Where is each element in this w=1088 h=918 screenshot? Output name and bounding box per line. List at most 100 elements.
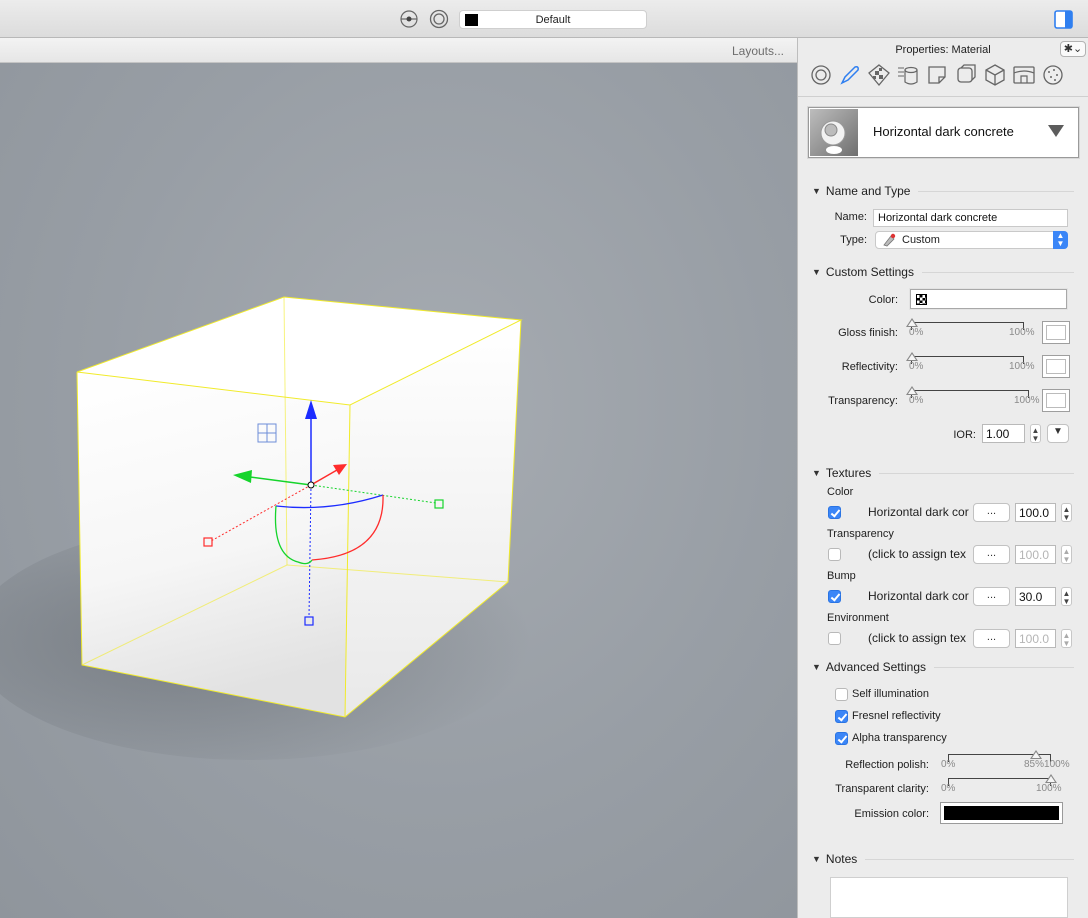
gloss-slider-thumb[interactable]	[906, 318, 918, 327]
origin-point-icon[interactable]	[399, 9, 419, 29]
material-name: Horizontal dark concrete	[873, 124, 1014, 139]
disclosure-triangle-icon[interactable]: ▼	[812, 662, 821, 672]
checker-texture-icon	[916, 294, 927, 305]
environment-texture-amount: 100.0	[1015, 629, 1056, 648]
transparency-texture-button[interactable]	[1042, 389, 1070, 412]
textures-header[interactable]: ▼ Textures	[812, 466, 1074, 480]
fresnel-label: Fresnel reflectivity	[852, 710, 941, 722]
layouts-button[interactable]: Layouts...	[732, 44, 784, 58]
gloss-slider[interactable]	[906, 318, 1024, 330]
environment-texture-browse-button[interactable]: ...	[973, 629, 1010, 648]
section-title: Notes	[825, 852, 858, 866]
type-popup[interactable]: Custom ▲ ▼	[875, 231, 1068, 249]
environment-texture-checkbox[interactable]	[828, 632, 841, 645]
transparent-clarity-min: 0%	[941, 783, 956, 794]
color-well[interactable]	[909, 288, 1068, 310]
name-and-type-header[interactable]: ▼ Name and Type	[812, 184, 1074, 198]
reflection-polish-label: Reflection polish:	[845, 759, 929, 771]
fresnel-checkbox[interactable]	[835, 710, 848, 723]
disclosure-triangle-icon[interactable]: ▼	[812, 854, 821, 864]
transparency-texture-amount: 100.0	[1015, 545, 1056, 564]
material-thumbnail	[810, 109, 858, 156]
transparency-texture-stepper: ▲ ▼	[1061, 545, 1072, 564]
reflectivity-label: Reflectivity:	[841, 361, 898, 373]
disclosure-triangle-icon[interactable]: ▼	[812, 468, 821, 478]
gizmo-center[interactable]	[307, 481, 315, 489]
transparency-slider-thumb[interactable]	[906, 386, 918, 395]
transparency-texture-name: (click to assign tex	[868, 547, 967, 561]
notes-header[interactable]: ▼ Notes	[812, 852, 1074, 866]
reflectivity-texture-button[interactable]	[1042, 355, 1070, 378]
globe-tab-icon[interactable]	[1040, 62, 1066, 88]
emission-color-well[interactable]	[940, 802, 1063, 824]
disclosure-triangle-icon[interactable]: ▼	[812, 267, 821, 277]
bump-texture-browse-button[interactable]: ...	[973, 587, 1010, 606]
bump-texture-checkbox[interactable]	[828, 590, 841, 603]
ior-presets-button[interactable]: ▼	[1047, 424, 1069, 443]
top-toolbar: Default	[0, 0, 1088, 38]
name-label: Name:	[834, 211, 867, 223]
color-texture-checkbox[interactable]	[828, 506, 841, 519]
environment-tab-icon[interactable]	[1011, 62, 1037, 88]
color-texture-stepper[interactable]: ▲ ▼	[1061, 503, 1072, 522]
self-illumination-checkbox[interactable]	[835, 688, 848, 701]
reflectivity-slider-thumb[interactable]	[906, 352, 918, 361]
alpha-transparency-checkbox[interactable]	[835, 732, 848, 745]
advanced-settings-header[interactable]: ▼ Advanced Settings	[812, 660, 1074, 674]
bump-texture-stepper[interactable]: ▲ ▼	[1061, 587, 1072, 606]
material-tab-icon[interactable]	[837, 62, 863, 88]
material-dropdown-arrow-icon[interactable]	[1048, 125, 1064, 137]
panel-divider	[798, 96, 1088, 97]
reflectivity-min: 0%	[909, 361, 924, 372]
gear-menu-button[interactable]: ✱⌄	[1060, 41, 1086, 57]
inspector-tabs	[808, 62, 1084, 90]
name-field[interactable]: Horizontal dark concrete	[873, 209, 1068, 227]
cube-tab-icon[interactable]	[982, 62, 1008, 88]
transparency-texture-checkbox[interactable]	[828, 548, 841, 561]
disclosure-triangle-icon[interactable]: ▼	[812, 186, 821, 196]
box-front-face[interactable]	[77, 372, 350, 717]
transparency-slider[interactable]	[906, 386, 1029, 398]
snap-target-icon[interactable]	[429, 9, 449, 29]
viewport-header: Layouts...	[0, 38, 797, 63]
environment-texture-name: (click to assign tex	[868, 631, 967, 645]
color-texture-amount[interactable]: 100.0	[1015, 503, 1056, 522]
transparency-label: Transparency:	[828, 395, 898, 407]
custom-settings-header[interactable]: ▼ Custom Settings	[812, 265, 1074, 279]
reflection-polish-thumb[interactable]	[1030, 750, 1042, 759]
3d-viewport[interactable]	[0, 63, 797, 918]
transparency-max: 100%	[1014, 395, 1040, 406]
alpha-transparency-label: Alpha transparency	[852, 732, 947, 744]
layer-selector[interactable]: Default	[459, 10, 647, 29]
object-tab-icon[interactable]	[808, 62, 834, 88]
ior-field[interactable]: 1.00	[982, 424, 1025, 443]
gloss-min: 0%	[909, 327, 924, 338]
transparent-clarity-thumb[interactable]	[1045, 774, 1057, 783]
notes-textarea[interactable]	[830, 877, 1068, 918]
gloss-max: 100%	[1009, 327, 1035, 338]
ior-label: IOR:	[953, 429, 976, 441]
sticky-note-tab-icon[interactable]	[924, 62, 950, 88]
ior-stepper[interactable]: ▲ ▼	[1030, 424, 1041, 443]
color-texture-browse-button[interactable]: ...	[973, 503, 1010, 522]
transparent-clarity-max: 100%	[1036, 783, 1062, 794]
popup-arrows-icon: ▲ ▼	[1053, 231, 1068, 249]
shadow-box-tab-icon[interactable]	[953, 62, 979, 88]
self-illumination-label: Self illumination	[852, 688, 930, 700]
color-label: Color:	[868, 294, 898, 306]
section-title: Textures	[825, 466, 872, 480]
bump-texture-amount[interactable]: 30.0	[1015, 587, 1056, 606]
scene-canvas[interactable]	[0, 63, 797, 918]
type-label: Type:	[840, 234, 867, 246]
bump-texture-name: Horizontal dark cor	[868, 589, 969, 603]
panel-toggle-icon[interactable]	[1054, 10, 1073, 29]
material-selector[interactable]: Horizontal dark concrete	[807, 106, 1080, 159]
texture-category-environment: Environment	[827, 612, 889, 624]
texture-tab-icon[interactable]	[866, 62, 892, 88]
gloss-texture-button[interactable]	[1042, 321, 1070, 344]
reflectivity-slider[interactable]	[906, 352, 1024, 364]
color-texture-name: Horizontal dark cor	[868, 505, 969, 519]
transparency-texture-browse-button[interactable]: ...	[973, 545, 1010, 564]
database-tab-icon[interactable]	[895, 62, 921, 88]
properties-panel: Properties: Material ✱⌄ Horizontal dark …	[797, 38, 1088, 918]
